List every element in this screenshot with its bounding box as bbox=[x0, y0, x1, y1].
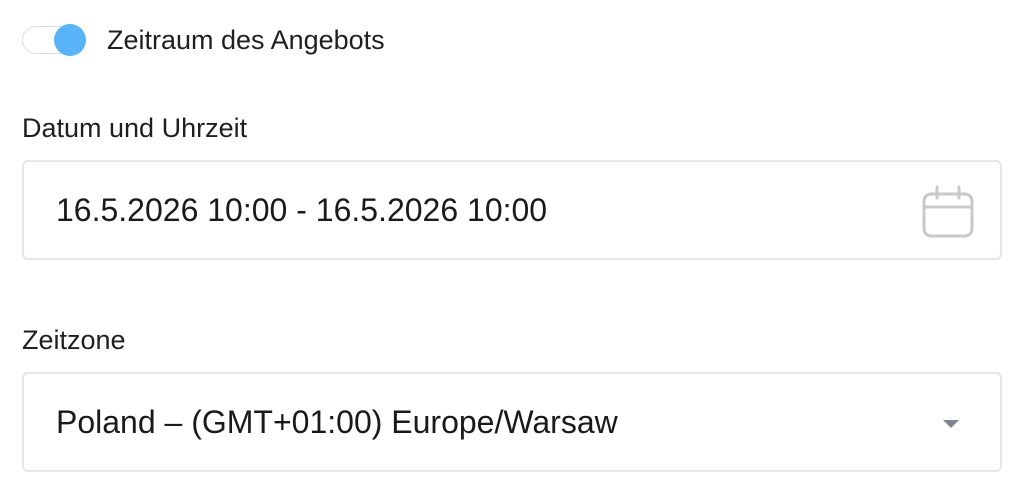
toggle-knob bbox=[54, 24, 86, 56]
timezone-select[interactable]: Poland – (GMT+01:00) Europe/Warsaw bbox=[22, 372, 1002, 472]
date-range-value: 16.5.2026 10:00 - 16.5.2026 10:00 bbox=[56, 192, 548, 228]
calendar-icon[interactable] bbox=[920, 184, 976, 240]
offer-period-toggle[interactable] bbox=[22, 22, 86, 58]
timezone-value: Poland – (GMT+01:00) Europe/Warsaw bbox=[56, 404, 618, 440]
date-time-label: Datum und Uhrzeit bbox=[22, 113, 248, 143]
timezone-label: Zeitzone bbox=[22, 325, 126, 355]
offer-period-row: Zeitraum des Angebots bbox=[22, 20, 385, 60]
offer-period-label: Zeitraum des Angebots bbox=[107, 25, 385, 55]
chevron-down-icon[interactable] bbox=[942, 418, 960, 430]
date-range-field[interactable]: 16.5.2026 10:00 - 16.5.2026 10:00 bbox=[22, 160, 1002, 260]
